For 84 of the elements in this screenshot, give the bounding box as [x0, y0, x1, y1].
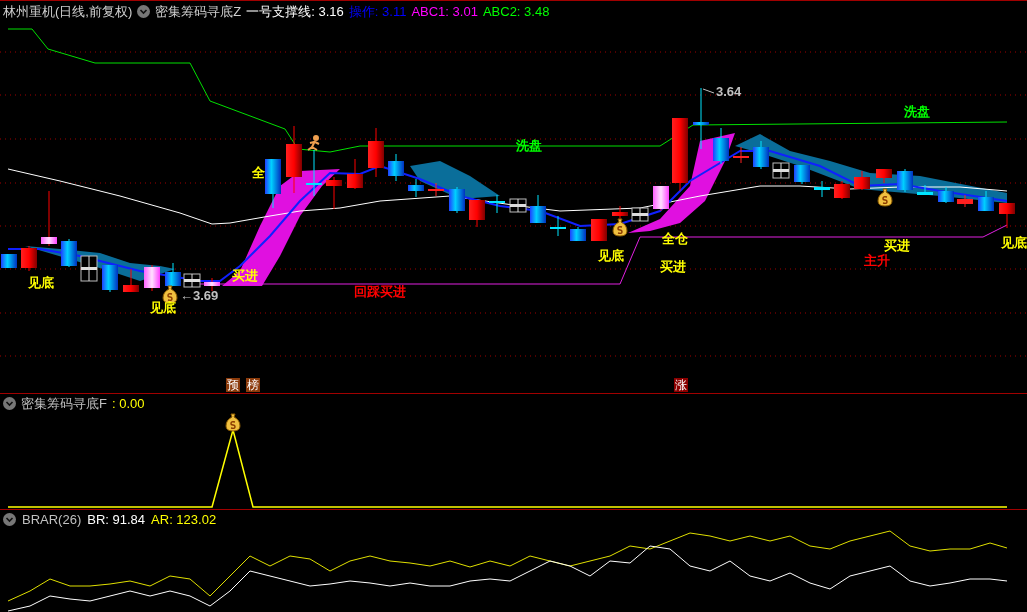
signal-label: 见底: [28, 276, 54, 289]
signal-label: 全仓: [662, 232, 688, 245]
candlestick: [368, 127, 384, 178]
candlestick: [713, 127, 729, 165]
signal-label: 洗盘: [904, 105, 930, 118]
candlestick: [978, 190, 994, 212]
candlestick: [612, 205, 628, 220]
candlestick: [693, 87, 709, 150]
candlestick: [428, 182, 444, 197]
candlestick: [41, 190, 57, 247]
indicator-reading: ABC1: 3.01: [411, 4, 478, 18]
collapse-icon[interactable]: [3, 512, 16, 526]
signal-label: 见底: [598, 249, 624, 262]
br-value: BR: 91.84: [87, 512, 146, 526]
indicator-name: 密集筹码寻底F: [21, 396, 107, 410]
candlestick: [917, 184, 933, 196]
signal-label: 买进: [232, 269, 258, 282]
candlestick: [489, 194, 505, 214]
candlestick: [306, 149, 322, 197]
leader-line: [702, 88, 715, 94]
candlestick: [591, 218, 607, 242]
candlestick: [286, 125, 302, 194]
candlestick: [631, 207, 649, 222]
candlestick: [1, 253, 17, 269]
signal-label: 买进: [884, 239, 910, 252]
collapse-icon[interactable]: [137, 4, 151, 18]
candlestick: [204, 277, 220, 292]
indicator-name: 密集筹码寻底Z: [155, 4, 242, 18]
candlestick: [530, 194, 546, 224]
money-bag-icon: [877, 188, 893, 207]
candlestick: [61, 238, 77, 268]
money-bag-icon: [225, 413, 241, 432]
candlestick: [753, 140, 769, 170]
signal-label: ←3.69: [180, 289, 219, 302]
candlestick: [102, 264, 118, 293]
candlestick: [265, 158, 281, 209]
candlestick: [509, 198, 527, 213]
candlestick: [772, 162, 790, 179]
candlestick: [449, 186, 465, 214]
signal-label: 见底: [1001, 236, 1027, 249]
candlestick: [814, 180, 830, 198]
ar-value: AR: 123.02: [151, 512, 217, 526]
candlestick: [347, 158, 363, 190]
candlestick: [21, 245, 37, 272]
candlestick: [733, 146, 749, 164]
stock-title: 林州重机(日线,前复权): [3, 4, 133, 18]
indicator-name: BRAR(26): [22, 512, 82, 526]
candlestick: [876, 168, 892, 184]
indicator-reading: 操作: 3.11: [348, 4, 407, 18]
candlestick: [123, 268, 139, 293]
signal-badge: 榜: [246, 378, 260, 392]
signal-label: 全: [252, 166, 265, 179]
candlestick: [794, 164, 810, 185]
running-person-icon: [307, 135, 320, 151]
candlestick: [183, 273, 201, 288]
candlestick: [80, 255, 98, 282]
candlestick: [326, 176, 342, 210]
candlestick: [999, 202, 1015, 229]
candlestick: [550, 215, 566, 237]
indicator-reading: 一号支撑线: 3.16: [246, 4, 344, 18]
signal-label: 主升: [864, 254, 890, 267]
candlestick: [834, 180, 850, 200]
money-bag-icon: [612, 218, 628, 237]
signal-label: 3.64: [716, 85, 742, 98]
signal-label: 回踩买进: [354, 285, 406, 298]
signal-badge: 预: [226, 378, 240, 392]
signal-badge: 涨: [674, 378, 688, 392]
candlestick: [897, 168, 913, 193]
collapse-icon[interactable]: [3, 396, 16, 410]
candlestick: [570, 226, 586, 242]
candlestick: [854, 170, 870, 191]
candlestick: [957, 194, 973, 208]
indicator-value: : 0.00: [111, 396, 145, 410]
candlestick: [938, 186, 954, 204]
signal-label: 洗盘: [516, 139, 542, 152]
signal-label: 见底: [150, 301, 176, 314]
indicator-reading: ABC2: 3.48: [482, 4, 550, 18]
candlestick: [388, 153, 404, 182]
candlestick: [653, 185, 669, 212]
candlestick: [165, 262, 181, 287]
candlestick: [469, 199, 485, 228]
candlestick: [408, 178, 424, 198]
candlestick: [144, 264, 160, 292]
signal-label: 买进: [660, 260, 686, 273]
